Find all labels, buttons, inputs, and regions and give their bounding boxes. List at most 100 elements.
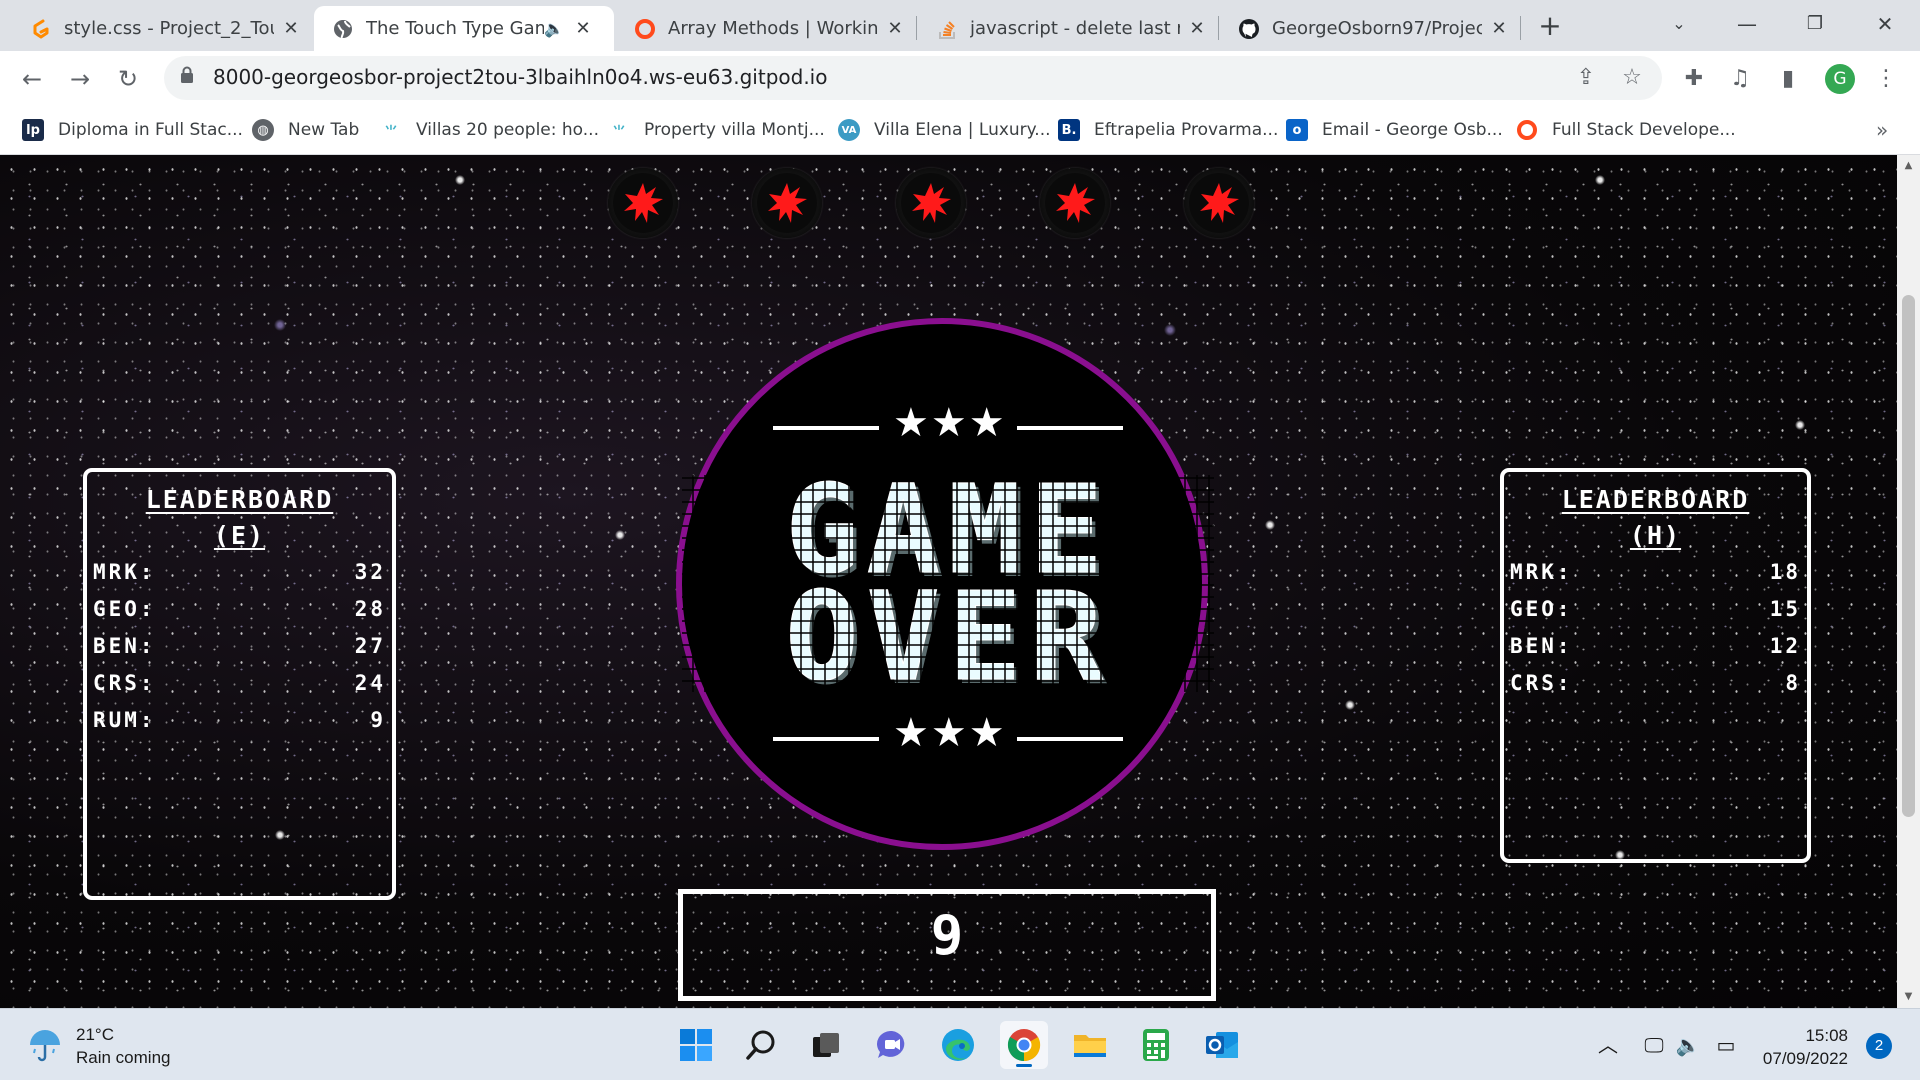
calculator-button[interactable] [1132, 1021, 1180, 1069]
tab-github-project[interactable]: GeorgeOsborn97/Project ✕ [1220, 6, 1520, 51]
leaderboard-title: LEADERBOARD [1561, 485, 1750, 514]
tab-touch-type-game[interactable]: The Touch Type Game 🔈 ✕ [314, 6, 614, 51]
bookmark-villas[interactable]: ⺌ Villas 20 people: ho... [380, 116, 599, 144]
tab-close-icon[interactable]: ✕ [570, 18, 596, 39]
system-clock[interactable]: 15:08 07/09/2022 [1748, 1024, 1848, 1070]
bookmark-label: Full Stack Develope... [1552, 120, 1736, 140]
booking-icon: B. [1058, 119, 1080, 141]
clock-date: 07/09/2022 [1762, 1049, 1848, 1068]
profile-avatar[interactable]: G [1825, 64, 1855, 94]
bookmark-label: New Tab [288, 120, 360, 140]
back-icon[interactable]: ← [14, 61, 50, 97]
menu-kebab-icon[interactable]: ⋮ [1870, 63, 1902, 95]
show-hidden-icons-chevron-icon[interactable]: ︿ [1594, 1031, 1622, 1059]
address-bar[interactable]: 8000-georgeosbor-project2tou-3lbaihln0o4… [164, 56, 1662, 100]
bookmark-property-villa[interactable]: ⺌ Property villa Montj... [608, 116, 824, 144]
game-over-emblem: ★★★ GAME OVER ★★★ [676, 318, 1214, 850]
leaderboard-title: LEADERBOARD [145, 485, 334, 514]
tab-close-icon[interactable]: ✕ [882, 18, 908, 39]
more-bookmarks-icon[interactable]: » [1876, 118, 1888, 142]
file-explorer-button[interactable] [1066, 1021, 1114, 1069]
chrome-icon [1007, 1029, 1041, 1062]
game-page: LEADERBOARD (E) MRK: 32 GEO: 28 BEN: 27 CRS… [0, 155, 1897, 1008]
weather-widget[interactable]: 21°C Rain coming [26, 1023, 171, 1069]
tab-title: Array Methods | Working [668, 18, 878, 39]
leaderboard-row: MRK: 32 [93, 560, 386, 584]
volume-icon[interactable]: 🔈 [1674, 1031, 1702, 1059]
restore-icon[interactable]: ❐ [1792, 8, 1838, 40]
new-tab-button[interactable]: + [1534, 10, 1566, 42]
search-button[interactable] [738, 1021, 786, 1069]
divider [773, 426, 879, 430]
bookmark-eftrapelia[interactable]: B. Eftrapelia Provarma... [1058, 116, 1278, 144]
villa-elena-icon: VA [838, 119, 860, 141]
bookmark-diploma[interactable]: lp Diploma in Full Stac... [22, 116, 243, 144]
scroll-down-icon[interactable]: ▼ [1897, 988, 1920, 1006]
divider [773, 737, 879, 741]
bookmark-full-stack[interactable]: Full Stack Develope... [1516, 116, 1736, 144]
bookmark-villa-elena[interactable]: VA Villa Elena | Luxury... [838, 116, 1051, 144]
palm-icon: ⺌ [612, 124, 626, 140]
tab-close-icon[interactable]: ✕ [278, 18, 304, 39]
bookmark-star-icon[interactable]: ☆ [1618, 64, 1646, 92]
tab-title: javascript - delete last row [970, 18, 1180, 39]
teams-chat-button[interactable] [868, 1021, 916, 1069]
battery-icon[interactable]: ▭ [1712, 1031, 1740, 1059]
notification-badge[interactable]: 2 [1866, 1033, 1892, 1059]
divider [1017, 426, 1123, 430]
network-icon[interactable]: 🖵 [1640, 1031, 1668, 1059]
life-icon [1184, 168, 1254, 238]
tab-stackoverflow[interactable]: javascript - delete last row ✕ [918, 6, 1218, 51]
tab-array-methods[interactable]: Array Methods | Working ✕ [616, 6, 916, 51]
bookmark-email[interactable]: o Email - George Osb... [1286, 116, 1503, 144]
ring-icon [634, 18, 656, 40]
folder-icon [1074, 1035, 1106, 1057]
leaderboard-difficulty: (E) [213, 521, 266, 550]
tab-search-chevron-icon[interactable]: ⌄ [1656, 8, 1702, 40]
tab-title: The Touch Type Game [366, 18, 544, 39]
life-icon [1040, 168, 1110, 238]
share-icon[interactable]: ⇪ [1572, 64, 1600, 92]
url-text[interactable]: 8000-georgeosbor-project2tou-3lbaihln0o4… [213, 65, 827, 89]
forward-icon[interactable]: → [62, 61, 98, 97]
outlook-button[interactable] [1198, 1021, 1246, 1069]
tab-style-css[interactable]: style.css - Project_2_Touch ✕ [12, 6, 312, 51]
scroll-thumb[interactable] [1902, 295, 1915, 817]
task-view-button[interactable] [802, 1021, 850, 1069]
leaderboard-row: CRS: 8 [1510, 671, 1801, 695]
lock-icon[interactable] [180, 66, 194, 84]
stars-top: ★★★ [893, 400, 1007, 446]
reload-icon[interactable]: ↻ [110, 61, 146, 97]
side-panel-icon[interactable]: ▮ [1772, 63, 1804, 95]
stars-bottom: ★★★ [893, 710, 1007, 756]
score-value: 9 [930, 904, 964, 967]
minimize-icon[interactable]: — [1724, 8, 1770, 40]
windows-logo-icon [680, 1029, 712, 1061]
edge-browser-button[interactable] [934, 1021, 982, 1069]
bookmark-label: Villas 20 people: ho... [416, 120, 599, 140]
close-window-icon[interactable]: ✕ [1862, 8, 1908, 40]
bookmark-new-tab[interactable]: ◍ New Tab [252, 116, 359, 144]
leaderboard-row: RUM: 9 [93, 708, 386, 732]
life-icon [896, 168, 966, 238]
calculator-icon [1143, 1029, 1169, 1061]
media-control-icon[interactable]: ♫ [1724, 63, 1756, 95]
leaderboard-difficulty: (H) [1629, 521, 1682, 550]
page-scrollbar[interactable]: ▲ ▼ [1897, 155, 1920, 1008]
score-display: 9 [678, 889, 1216, 1001]
ring-icon [1516, 119, 1538, 141]
leaderboard-easy: LEADERBOARD (E) MRK: 32 GEO: 28 BEN: 27 CRS… [83, 468, 396, 900]
task-view-icon [813, 1033, 839, 1057]
tab-close-icon[interactable]: ✕ [1184, 18, 1210, 39]
tab-close-icon[interactable]: ✕ [1486, 18, 1512, 39]
speaker-icon[interactable]: 🔈 [544, 19, 566, 38]
chrome-browser-button[interactable] [1000, 1021, 1048, 1069]
browser-tab-strip: style.css - Project_2_Touch ✕ The Touch … [0, 0, 1920, 51]
life-icon [608, 168, 678, 238]
scroll-up-icon[interactable]: ▲ [1897, 157, 1920, 175]
leaderboard-row: BEN: 12 [1510, 634, 1801, 658]
start-button[interactable] [672, 1021, 720, 1069]
windows-taskbar: 21°C Rain coming ︿ 🖵 🔈 ▭ 15:08 07/09/202… [0, 1008, 1920, 1080]
extensions-icon[interactable]: ✚ [1678, 63, 1710, 95]
tab-title: GeorgeOsborn97/Project [1272, 18, 1482, 39]
